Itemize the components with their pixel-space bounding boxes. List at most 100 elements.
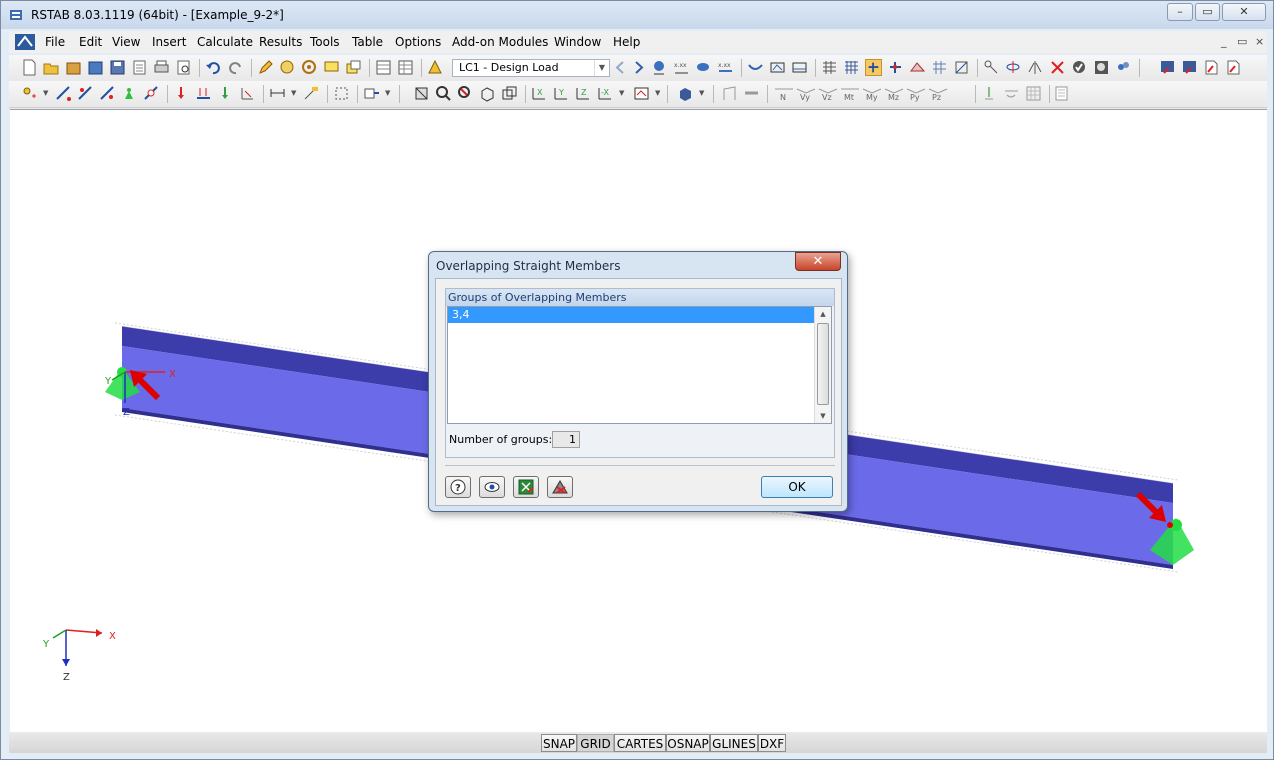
mirror-icon[interactable] xyxy=(1027,59,1044,76)
menu-help[interactable]: Help xyxy=(613,35,640,49)
member-line-icon[interactable] xyxy=(77,85,94,102)
help-button[interactable]: ? xyxy=(445,476,471,498)
box-view-icon[interactable] xyxy=(479,85,496,102)
delete-members-button[interactable] xyxy=(547,476,573,498)
iso-view-icon[interactable] xyxy=(501,85,518,102)
deflection-icon[interactable] xyxy=(1003,85,1020,102)
grid-view-icon[interactable] xyxy=(931,59,948,76)
chevron-down-icon[interactable]: ▼ xyxy=(619,89,624,97)
edit-pencil-icon[interactable] xyxy=(257,59,274,76)
new-member-icon[interactable] xyxy=(55,85,72,102)
chevron-down-icon[interactable]: ▼ xyxy=(291,89,296,97)
save-icon[interactable] xyxy=(109,59,126,76)
delete-icon[interactable] xyxy=(1049,59,1066,76)
menu-table[interactable]: Table xyxy=(352,35,383,49)
document-icon[interactable] xyxy=(15,34,35,50)
check-icon[interactable] xyxy=(1071,59,1088,76)
chevron-down-icon[interactable]: ▼ xyxy=(385,89,390,97)
print-graphic-icon[interactable] xyxy=(175,59,192,76)
groups-listbox[interactable]: 3,4 ▲ ▼ xyxy=(447,306,832,424)
view-z-icon[interactable]: Z xyxy=(575,85,592,102)
member-load-icon[interactable] xyxy=(195,85,212,102)
results-icon[interactable] xyxy=(651,59,668,76)
database-icon[interactable] xyxy=(87,59,104,76)
minimize-button[interactable]: – xyxy=(1167,3,1193,21)
title-bar[interactable]: RSTAB 8.03.1119 (64bit) - [Example_9-2*]… xyxy=(1,1,1273,29)
guide-line-icon[interactable] xyxy=(333,85,350,102)
status-snap[interactable]: SNAP xyxy=(541,734,577,752)
menu-addon-modules[interactable]: Add-on Modules xyxy=(452,35,548,49)
dimension-icon[interactable] xyxy=(269,85,286,102)
mdi-restore-button[interactable]: ▭ xyxy=(1237,35,1247,48)
hinge-icon[interactable] xyxy=(143,85,160,102)
load-generator-icon[interactable] xyxy=(217,85,234,102)
list-scrollbar[interactable]: ▲ ▼ xyxy=(814,307,831,423)
pdf-2-icon[interactable] xyxy=(1225,59,1242,76)
menu-options[interactable]: Options xyxy=(395,35,441,49)
measure-icon[interactable] xyxy=(983,59,1000,76)
table-icon[interactable] xyxy=(375,59,392,76)
comment-line-icon[interactable] xyxy=(303,85,320,102)
view-x-icon[interactable]: X xyxy=(531,85,548,102)
imposed-deformation-icon[interactable] xyxy=(239,85,256,102)
open-folder-icon[interactable] xyxy=(43,59,60,76)
member-set-icon[interactable] xyxy=(99,85,116,102)
menu-view[interactable]: View xyxy=(112,35,140,49)
table-grid-icon[interactable] xyxy=(1025,85,1042,102)
section-view-icon[interactable] xyxy=(769,59,786,76)
result-diagram-my[interactable]: My xyxy=(861,84,883,104)
copy-window-icon[interactable] xyxy=(345,59,362,76)
menu-window[interactable]: Window xyxy=(554,35,601,49)
chevron-down-icon[interactable]: ▼ xyxy=(594,60,609,76)
zoom-all-icon[interactable] xyxy=(457,85,474,102)
mdi-minimize-button[interactable]: _ xyxy=(1221,35,1227,48)
status-grid[interactable]: GRID xyxy=(577,734,614,752)
result-diagram-py[interactable]: Py xyxy=(905,84,927,104)
surfaces-icon[interactable] xyxy=(909,59,926,76)
show-results-icon[interactable] xyxy=(695,59,712,76)
render-solid-icon[interactable] xyxy=(677,85,694,102)
deformation-icon[interactable] xyxy=(747,59,764,76)
view-model-icon[interactable] xyxy=(413,85,430,102)
undo-icon[interactable] xyxy=(205,59,222,76)
support-icon[interactable] xyxy=(121,85,138,102)
result-numbers-icon[interactable]: x.xx xyxy=(717,59,734,76)
nodes-icon[interactable] xyxy=(887,59,904,76)
redo-icon[interactable] xyxy=(227,59,244,76)
grid-table-icon[interactable] xyxy=(397,59,414,76)
view-y-icon[interactable]: Y xyxy=(553,85,570,102)
visibility-icon[interactable] xyxy=(953,59,970,76)
members-active-icon[interactable] xyxy=(865,59,882,76)
result-diagram-vz[interactable]: Vz xyxy=(817,84,839,104)
chevron-down-icon[interactable]: ▼ xyxy=(655,89,660,97)
nodal-load-icon[interactable] xyxy=(173,85,190,102)
plugins-icon[interactable] xyxy=(1115,59,1132,76)
view-button[interactable] xyxy=(479,476,505,498)
result-diagram-pz[interactable]: Pz xyxy=(927,84,949,104)
menu-insert[interactable]: Insert xyxy=(152,35,186,49)
diagram-icon[interactable] xyxy=(791,59,808,76)
result-diagram-mz[interactable]: Mz xyxy=(883,84,905,104)
chevron-down-icon[interactable]: ▼ xyxy=(699,89,704,97)
model-check-icon[interactable] xyxy=(1093,59,1110,76)
menu-results[interactable]: Results xyxy=(259,35,302,49)
pdf-icon[interactable] xyxy=(1203,59,1220,76)
chevron-down-icon[interactable]: ▼ xyxy=(43,89,48,97)
menu-tools[interactable]: Tools xyxy=(310,35,340,49)
archive-icon[interactable] xyxy=(65,59,82,76)
panel-icon[interactable] xyxy=(1053,85,1070,102)
close-button[interactable]: ✕ xyxy=(1222,3,1266,21)
frame-icon[interactable] xyxy=(721,85,738,102)
display-options-icon[interactable] xyxy=(633,85,650,102)
menu-file[interactable]: File xyxy=(45,35,65,49)
result-values-icon[interactable]: x.xx xyxy=(673,59,690,76)
menu-calculate[interactable]: Calculate xyxy=(197,35,253,49)
dialog-close-button[interactable]: ✕ xyxy=(795,252,841,271)
export-icon[interactable] xyxy=(1159,59,1176,76)
export-excel-button[interactable] xyxy=(513,476,539,498)
new-node-icon[interactable] xyxy=(21,85,38,102)
next-load-case-icon[interactable] xyxy=(630,59,647,76)
print-report-icon[interactable] xyxy=(131,59,148,76)
zoom-icon[interactable] xyxy=(435,85,452,102)
new-file-icon[interactable] xyxy=(21,59,38,76)
